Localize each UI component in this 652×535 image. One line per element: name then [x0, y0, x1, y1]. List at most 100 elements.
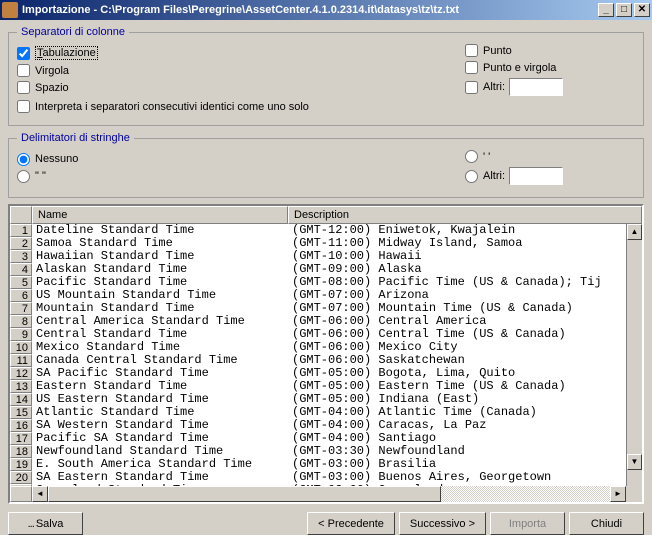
- maximize-button[interactable]: □: [616, 3, 632, 17]
- row-number[interactable]: 11: [10, 354, 32, 367]
- table-row[interactable]: Mexico Standard Time(GMT-06:00) Mexico C…: [32, 341, 626, 354]
- cell-description: (GMT-05:00) Indiana (East): [288, 393, 626, 406]
- header-description[interactable]: Description: [288, 206, 642, 224]
- cell-name: Central America Standard Time: [32, 315, 288, 328]
- table-row[interactable]: Dateline Standard Time(GMT-12:00) Eniwet…: [32, 224, 626, 237]
- cell-description: (GMT-03:00) Buenos Aires, Georgetown: [288, 471, 626, 484]
- previous-button[interactable]: < Precedente: [307, 512, 395, 535]
- table-row[interactable]: Samoa Standard Time(GMT-11:00) Midway Is…: [32, 237, 626, 250]
- cell-name: Eastern Standard Time: [32, 380, 288, 393]
- horizontal-scrollbar[interactable]: ◄ ►: [10, 486, 642, 502]
- other-sep-input[interactable]: [509, 78, 563, 96]
- cell-name: SA Pacific Standard Time: [32, 367, 288, 380]
- row-number[interactable]: 3: [10, 250, 32, 263]
- table-row[interactable]: Central America Standard Time(GMT-06:00)…: [32, 315, 626, 328]
- cell-description: (GMT-07:00) Arizona: [288, 289, 626, 302]
- column-separators-legend: Separatori di colonne: [17, 26, 129, 38]
- row-number[interactable]: 7: [10, 302, 32, 315]
- row-number[interactable]: 9: [10, 328, 32, 341]
- cell-description: (GMT-12:00) Eniwetok, Kwajalein: [288, 224, 626, 237]
- table-row[interactable]: Eastern Standard Time(GMT-05:00) Eastern…: [32, 380, 626, 393]
- header-name[interactable]: Name: [32, 206, 288, 224]
- cell-description: (GMT-04:00) Atlantic Time (Canada): [288, 406, 626, 419]
- table-row[interactable]: SA Pacific Standard Time(GMT-05:00) Bogo…: [32, 367, 626, 380]
- titlebar[interactable]: Importazione - C:\Program Files\Peregrin…: [0, 0, 652, 20]
- row-number[interactable]: 10: [10, 341, 32, 354]
- table-row[interactable]: Canada Central Standard Time(GMT-06:00) …: [32, 354, 626, 367]
- row-number[interactable]: 16: [10, 419, 32, 432]
- cell-description: (GMT-05:00) Bogota, Lima, Quito: [288, 367, 626, 380]
- row-number[interactable]: 5: [10, 276, 32, 289]
- close-dialog-button[interactable]: Chiudi: [569, 512, 644, 535]
- cell-description: (GMT-11:00) Midway Island, Samoa: [288, 237, 626, 250]
- other-sep-checkbox[interactable]: Altri:: [465, 78, 635, 96]
- table-row[interactable]: Hawaiian Standard Time(GMT-10:00) Hawaii: [32, 250, 626, 263]
- table-row[interactable]: Alaskan Standard Time(GMT-09:00) Alaska: [32, 263, 626, 276]
- row-number[interactable]: 12: [10, 367, 32, 380]
- row-number[interactable]: 6: [10, 289, 32, 302]
- cell-name: E. South America Standard Time: [32, 458, 288, 471]
- row-number[interactable]: 19: [10, 458, 32, 471]
- cell-name: Pacific Standard Time: [32, 276, 288, 289]
- squote-radio[interactable]: ' ': [465, 150, 635, 163]
- cell-name: Mountain Standard Time: [32, 302, 288, 315]
- cell-description: (GMT-08:00) Pacific Time (US & Canada); …: [288, 276, 626, 289]
- cell-description: (GMT-09:00) Alaska: [288, 263, 626, 276]
- cell-description: (GMT-10:00) Hawaii: [288, 250, 626, 263]
- table-row[interactable]: Newfoundland Standard Time(GMT-03:30) Ne…: [32, 445, 626, 458]
- table-row[interactable]: Atlantic Standard Time(GMT-04:00) Atlant…: [32, 406, 626, 419]
- table-row[interactable]: Central Standard Time(GMT-06:00) Central…: [32, 328, 626, 341]
- scroll-left-icon[interactable]: ◄: [32, 486, 48, 502]
- scroll-up-icon[interactable]: ▲: [627, 224, 642, 240]
- row-number[interactable]: 8: [10, 315, 32, 328]
- row-number[interactable]: 2: [10, 237, 32, 250]
- save-button[interactable]: ... Salva: [8, 512, 83, 535]
- table-row[interactable]: Mountain Standard Time(GMT-07:00) Mounta…: [32, 302, 626, 315]
- tab-checkbox[interactable]: Tabulazione: [17, 46, 465, 60]
- string-delimiters-legend: Delimitatori di stringhe: [17, 132, 134, 144]
- import-button[interactable]: Importa: [490, 512, 565, 535]
- semicolon-checkbox[interactable]: Punto e virgola: [465, 61, 635, 74]
- cell-name: US Mountain Standard Time: [32, 289, 288, 302]
- other-delim-radio[interactable]: Altri:: [465, 167, 635, 185]
- cell-name: Central Standard Time: [32, 328, 288, 341]
- column-separators-group: Separatori di colonne Tabulazione Virgol…: [8, 26, 644, 126]
- cell-name: Alaskan Standard Time: [32, 263, 288, 276]
- table-row[interactable]: SA Eastern Standard Time(GMT-03:00) Buen…: [32, 471, 626, 484]
- table-row[interactable]: Pacific SA Standard Time(GMT-04:00) Sant…: [32, 432, 626, 445]
- table-row[interactable]: SA Western Standard Time(GMT-04:00) Cara…: [32, 419, 626, 432]
- row-number[interactable]: 1: [10, 224, 32, 237]
- table-row[interactable]: US Mountain Standard Time(GMT-07:00) Ari…: [32, 289, 626, 302]
- dquote-radio[interactable]: " ": [17, 170, 465, 183]
- table-row[interactable]: US Eastern Standard Time(GMT-05:00) Indi…: [32, 393, 626, 406]
- row-number[interactable]: 4: [10, 263, 32, 276]
- comma-checkbox[interactable]: Virgola: [17, 64, 465, 77]
- scroll-right-icon[interactable]: ►: [610, 486, 626, 502]
- table-row[interactable]: E. South America Standard Time(GMT-03:00…: [32, 458, 626, 471]
- row-number[interactable]: 15: [10, 406, 32, 419]
- cell-description: (GMT-03:30) Newfoundland: [288, 445, 626, 458]
- row-number[interactable]: 20: [10, 471, 32, 484]
- none-radio[interactable]: Nessuno: [17, 153, 465, 166]
- cell-description: (GMT-07:00) Mountain Time (US & Canada): [288, 302, 626, 315]
- string-delimiters-group: Delimitatori di stringhe Nessuno " " ' '…: [8, 132, 644, 198]
- row-number[interactable]: 13: [10, 380, 32, 393]
- cell-name: Mexico Standard Time: [32, 341, 288, 354]
- table-row[interactable]: Pacific Standard Time(GMT-08:00) Pacific…: [32, 276, 626, 289]
- space-checkbox[interactable]: Spazio: [17, 81, 465, 94]
- cell-name: Samoa Standard Time: [32, 237, 288, 250]
- other-delim-input[interactable]: [509, 167, 563, 185]
- next-button[interactable]: Successivo >: [399, 512, 486, 535]
- row-number[interactable]: 14: [10, 393, 32, 406]
- row-number[interactable]: 18: [10, 445, 32, 458]
- scroll-thumb[interactable]: [48, 486, 441, 502]
- row-number[interactable]: 17: [10, 432, 32, 445]
- cell-description: (GMT-06:00) Mexico City: [288, 341, 626, 354]
- scroll-down-icon[interactable]: ▼: [627, 454, 642, 470]
- close-button[interactable]: ✕: [634, 3, 650, 17]
- dot-checkbox[interactable]: Punto: [465, 44, 635, 57]
- minimize-button[interactable]: _: [598, 3, 614, 17]
- consecutive-checkbox[interactable]: Interpreta i separatori consecutivi iden…: [17, 100, 635, 113]
- vertical-scrollbar[interactable]: ▲ ▼: [626, 224, 642, 486]
- header-rownum[interactable]: [10, 206, 32, 224]
